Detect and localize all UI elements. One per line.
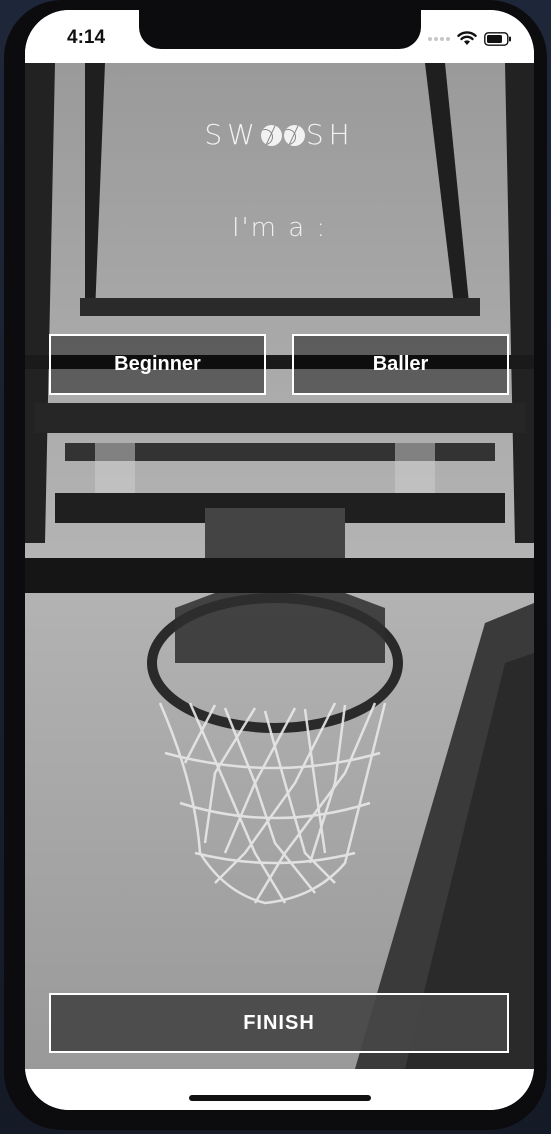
background-photo-area: SW SH I'm a : Beginner Baller FINISH [25, 63, 534, 1069]
home-indicator[interactable] [189, 1095, 371, 1101]
beginner-button[interactable]: Beginner [49, 334, 266, 395]
status-icons [428, 31, 512, 46]
notch [139, 10, 421, 49]
phone-frame: 4:14 SW SH I'm a: Beginner Baller FINIS… [4, 0, 547, 1130]
device-background: 4:14 SW SH I'm a: Beginner Baller FINIS… [0, 0, 551, 1134]
wifi-icon [457, 31, 477, 45]
status-time: 4:14 [67, 27, 106, 48]
level-prompt: I'm a : [231, 213, 328, 243]
home-indicator-area [25, 1069, 534, 1110]
phone-screen: 4:14 SW SH I'm a: Beginner Baller FINIS… [25, 10, 534, 1110]
swoosh-logo: SW SH [25, 118, 534, 151]
baller-button[interactable]: Baller [292, 334, 509, 395]
status-bar: 4:14 [25, 10, 534, 63]
logo-prefix: SW [204, 118, 260, 151]
logo-suffix: SH [305, 118, 355, 151]
basketball-icon [283, 125, 305, 146]
basketball-icon [260, 125, 282, 146]
battery-icon [484, 31, 511, 46]
signal-dots-icon [428, 36, 450, 41]
finish-button[interactable]: FINISH [49, 993, 509, 1053]
